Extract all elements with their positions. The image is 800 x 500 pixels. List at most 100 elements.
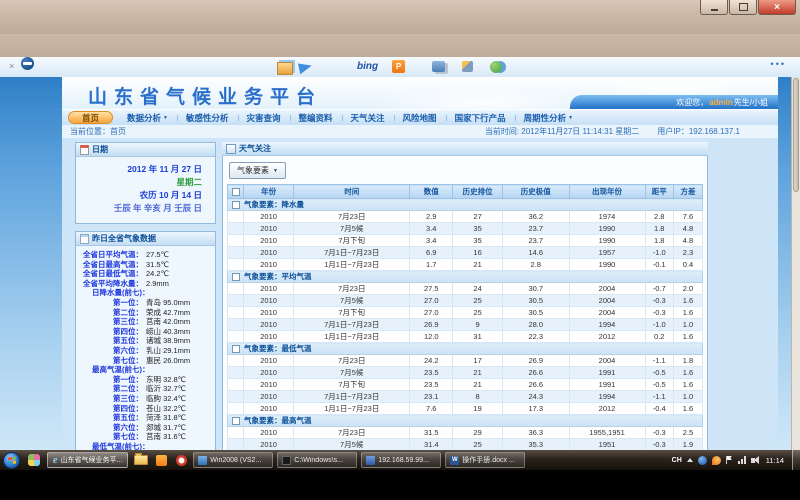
media-toolbar-icon[interactable] <box>432 61 445 72</box>
table-row[interactable]: 20101月1日~7月23日1.7212.81990-0.10.4 <box>228 259 703 271</box>
checkbox[interactable] <box>232 273 240 281</box>
people-toolbar-icon[interactable] <box>490 61 502 73</box>
calendar-icon <box>80 145 89 155</box>
nav-item-0[interactable]: 首页 <box>68 111 113 124</box>
table-row[interactable]: 20107月5候31.42535.31951-0.31.9 <box>228 439 703 451</box>
table-row[interactable]: 20107月5候23.52126.61991-0.51.6 <box>228 367 703 379</box>
panel-grid-icon <box>226 144 236 154</box>
table-row[interactable]: 20107月23日27.52430.72004-0.72.0 <box>228 283 703 295</box>
column-header[interactable]: 距平 <box>645 185 674 199</box>
taskbar-window-2[interactable]: 192.168.59.99... <box>361 452 441 468</box>
column-header[interactable]: 方差 <box>674 185 703 199</box>
nav-item-label: 整编资料 <box>299 112 333 124</box>
checkbox[interactable] <box>232 417 240 425</box>
nav-item-8[interactable]: 周期性分析▼ <box>515 112 582 124</box>
taskbar-window-3[interactable]: 操作手册.docx ... <box>445 452 525 468</box>
table-cell: -0.4 <box>645 403 674 415</box>
promo-icon[interactable]: P <box>392 60 405 73</box>
table-row[interactable]: 20107月5候3.43523.719901.84.8 <box>228 223 703 235</box>
table-cell: -1.0 <box>645 319 674 331</box>
volume-icon[interactable] <box>751 458 755 463</box>
toolbar-close-icon[interactable]: × <box>9 61 14 71</box>
nav-item-5[interactable]: 天气关注 <box>342 112 394 124</box>
taskbar-window-0[interactable]: Win2008 (VS2... <box>193 452 273 468</box>
checkbox[interactable] <box>232 188 240 196</box>
table-row[interactable]: 20107月1日~7月23日26.9928.01994-1.01.0 <box>228 319 703 331</box>
table-cell: -0.5 <box>645 367 674 379</box>
nav-item-1[interactable]: 数据分析▼ <box>118 112 177 124</box>
table-cell: 2.8 <box>503 259 570 271</box>
orange-app-icon[interactable] <box>153 452 169 468</box>
active-window-button[interactable]: e 山东省气候业务平... <box>47 452 128 468</box>
active-window-label: 山东省气候业务平... <box>60 455 122 465</box>
browser-address-row: ← → e http://192.168.137.1/GLCCLIMATE/mo… <box>0 34 800 57</box>
table-row[interactable]: 20101月1日~7月23日12.03122.320120.21.6 <box>228 331 703 343</box>
table-row[interactable]: 20107月23日31.52936.31955,1951-0.32.5 <box>228 427 703 439</box>
table-row[interactable]: 20101月1日~7月23日7.61917.32012-0.41.6 <box>228 403 703 415</box>
explorer-folder-icon[interactable] <box>133 452 149 468</box>
media-player-icon[interactable] <box>173 452 189 468</box>
row-select-cell <box>228 355 244 367</box>
table-cell: 1月1日~7月23日 <box>294 403 410 415</box>
table-row[interactable]: 20107月下旬3.43523.719901.84.8 <box>228 235 703 247</box>
table-row[interactable]: 20107月下旬27.02530.52004-0.31.6 <box>228 307 703 319</box>
network-icon[interactable] <box>738 456 746 464</box>
group-header-row[interactable]: 气象要素：降水量 <box>228 199 703 211</box>
column-header[interactable]: 数值 <box>410 185 453 199</box>
table-row[interactable]: 20107月5候27.02530.52004-0.31.6 <box>228 295 703 307</box>
vertical-scrollbar[interactable] <box>791 77 800 450</box>
table-row[interactable]: 20107月1日~7月23日23.1824.31994-1.11.0 <box>228 391 703 403</box>
hidden-icons-arrow[interactable] <box>687 458 693 462</box>
photos-icon[interactable] <box>277 62 293 75</box>
stat-value: 菏泽 31.8℃ <box>143 413 186 423</box>
table-row[interactable]: 20107月23日2.92736.219742.87.6 <box>228 211 703 223</box>
start-button[interactable] <box>3 452 20 469</box>
maximize-button[interactable] <box>729 0 757 15</box>
nav-item-3[interactable]: 灾害查询 <box>238 112 290 124</box>
checkbox[interactable] <box>232 345 240 353</box>
table-row[interactable]: 20107月下旬23.52126.61991-0.51.6 <box>228 379 703 391</box>
nav-item-7[interactable]: 国家下行产品 <box>446 112 515 124</box>
action-center-flag-icon[interactable] <box>726 456 733 464</box>
table-row[interactable]: 20107月23日24.21726.92004-1.11.8 <box>228 355 703 367</box>
pinned-app-icon[interactable] <box>28 454 40 466</box>
table-cell: -0.3 <box>645 307 674 319</box>
tools-toolbar-icon[interactable] <box>462 61 473 72</box>
checkbox[interactable] <box>232 201 240 209</box>
table-cell: 1.9 <box>674 439 703 451</box>
tray-fox-icon[interactable] <box>712 456 721 465</box>
table-cell: 4.8 <box>674 235 703 247</box>
send-mail-icon[interactable] <box>298 61 313 74</box>
tray-app-icon[interactable] <box>698 456 707 465</box>
nav-item-6[interactable]: 风险地图 <box>394 112 446 124</box>
select-all-header[interactable] <box>228 185 244 199</box>
weather-watch-title: 天气关注 <box>239 143 271 154</box>
more-options-icon[interactable]: ••• <box>771 59 786 69</box>
column-header[interactable]: 历史排位 <box>453 185 503 199</box>
group-header-row[interactable]: 气象要素：平均气温 <box>228 271 703 283</box>
table-row[interactable]: 20107月1日~7月23日6.91614.61957-1.02.3 <box>228 247 703 259</box>
minimize-button[interactable] <box>700 0 728 15</box>
welcome-prefix: 欢迎您， <box>676 97 708 108</box>
column-header[interactable]: 年份 <box>244 185 294 199</box>
table-cell: -0.5 <box>645 379 674 391</box>
column-header[interactable]: 历史极值 <box>503 185 570 199</box>
column-header[interactable]: 出现年份 <box>569 185 645 199</box>
bing-logo[interactable]: bing <box>357 61 378 72</box>
nav-item-2[interactable]: 敏感性分析 <box>177 112 238 124</box>
taskbar-window-1[interactable]: C:\Windows\s... <box>277 452 357 468</box>
nav-item-4[interactable]: 整编资料 <box>290 112 342 124</box>
group-header-row[interactable]: 气象要素：最低气温 <box>228 343 703 355</box>
group-header-row[interactable]: 气象要素：最高气温 <box>228 415 703 427</box>
welcome-suffix: 先生/小姐 <box>734 97 768 108</box>
table-cell: -0.3 <box>645 295 674 307</box>
stat-label: 第一位： <box>79 298 143 308</box>
show-desktop-button[interactable] <box>792 450 800 470</box>
weather-element-button[interactable]: 气象要素 ▼ <box>229 162 286 179</box>
taskbar-clock[interactable]: 11:14 <box>766 456 784 465</box>
close-button[interactable]: × <box>758 0 796 15</box>
toolbar-logo-icon[interactable] <box>21 57 34 70</box>
column-header[interactable]: 时间 <box>294 185 410 199</box>
scrollbar-thumb[interactable] <box>793 78 799 192</box>
language-indicator[interactable]: CH <box>672 457 682 464</box>
